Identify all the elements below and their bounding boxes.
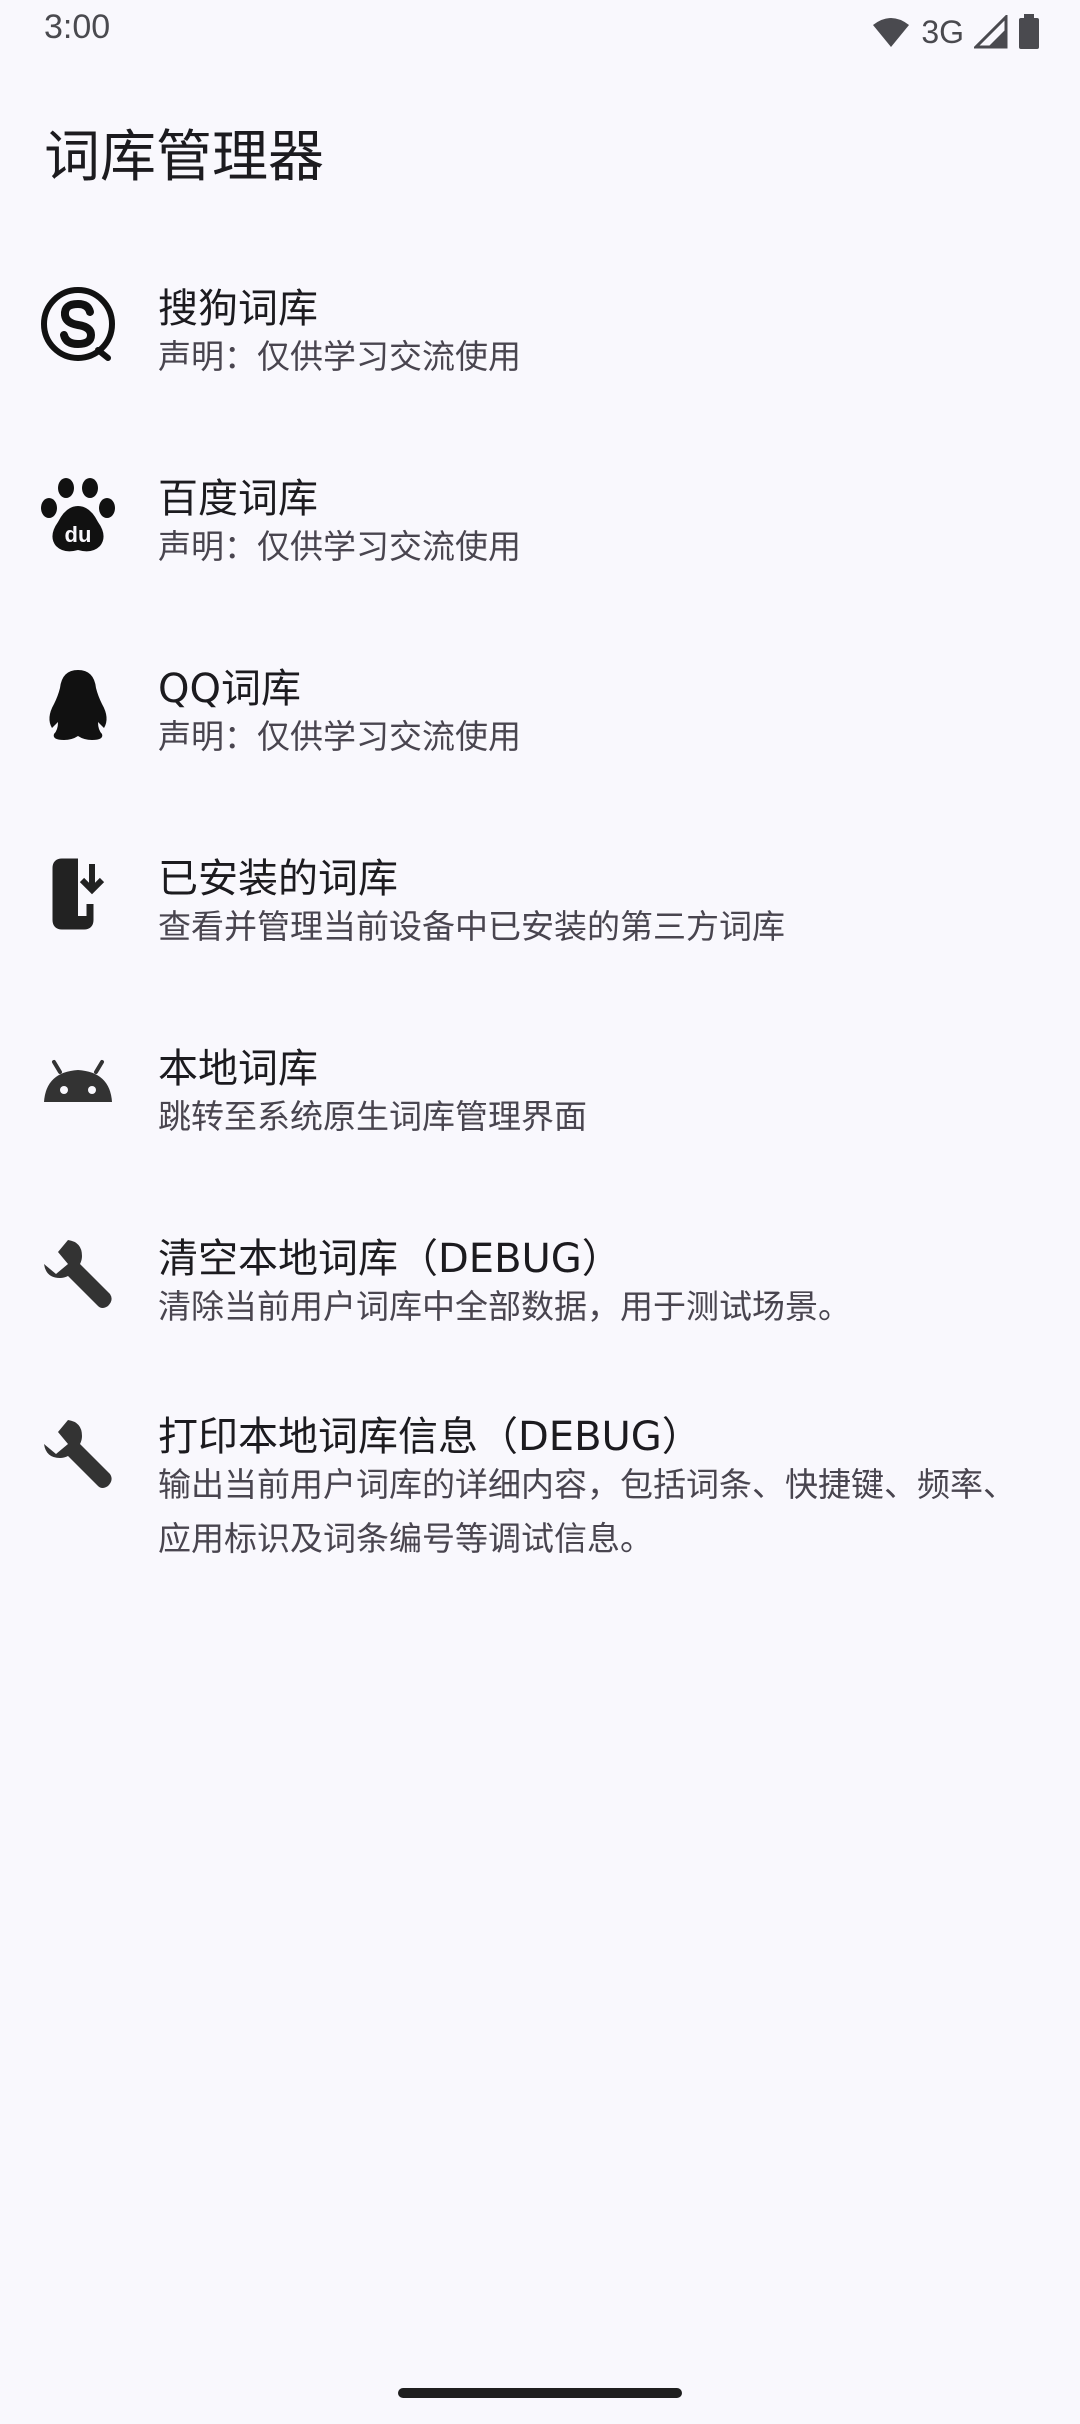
sogou-logo-icon [38, 284, 118, 364]
status-bar: 3:00 3G [0, 0, 1080, 64]
list-item-sogou[interactable]: 搜狗词库 声明：仅供学习交流使用 [0, 262, 1080, 422]
gesture-nav-handle[interactable] [398, 2388, 682, 2398]
wrench-icon [38, 1234, 118, 1314]
wrench-icon [38, 1414, 118, 1494]
list-item-qq[interactable]: QQ词库 声明：仅供学习交流使用 [0, 642, 1080, 802]
list-item-local[interactable]: 本地词库 跳转至系统原生词库管理界面 [0, 1022, 1080, 1182]
item-title: QQ词库 [158, 666, 301, 712]
item-subtitle: 查看并管理当前设备中已安装的第三方词库 [158, 907, 785, 946]
list-item-baidu[interactable]: du 百度词库 声明：仅供学习交流使用 [0, 452, 1080, 612]
item-subtitle: 声明：仅供学习交流使用 [158, 337, 521, 376]
status-time: 3:00 [44, 8, 111, 46]
item-title: 清空本地词库（DEBUG） [158, 1236, 622, 1282]
list-item-print-debug[interactable]: 打印本地词库信息（DEBUG） 输出当前用户词库的详细内容，包括词条、快捷键、频… [0, 1392, 1080, 1612]
wifi-icon [873, 18, 910, 47]
item-subtitle: 跳转至系统原生词库管理界面 [158, 1097, 587, 1136]
item-subtitle: 声明：仅供学习交流使用 [158, 717, 521, 756]
item-title: 搜狗词库 [158, 286, 318, 332]
page-title: 词库管理器 [44, 125, 324, 190]
phone-download-icon [38, 854, 118, 934]
item-subtitle: 声明：仅供学习交流使用 [158, 527, 521, 566]
network-type: 3G [921, 13, 964, 50]
list-item-installed[interactable]: 已安装的词库 查看并管理当前设备中已安装的第三方词库 [0, 832, 1080, 992]
item-title: 百度词库 [158, 476, 318, 522]
cell-signal-icon [974, 15, 1008, 49]
item-title: 已安装的词库 [158, 856, 398, 902]
battery-icon [1019, 14, 1039, 49]
status-icons: 3G [871, 10, 1040, 54]
baidu-paw-icon: du [38, 474, 118, 554]
list-item-clear-debug[interactable]: 清空本地词库（DEBUG） 清除当前用户词库中全部数据，用于测试场景。 [0, 1212, 1080, 1372]
item-title: 本地词库 [158, 1046, 318, 1092]
android-icon [38, 1044, 118, 1124]
item-subtitle: 清除当前用户词库中全部数据，用于测试场景。 [158, 1287, 851, 1326]
item-subtitle: 输出当前用户词库的详细内容，包括词条、快捷键、频率、应用标识及词条编号等调试信息… [158, 1465, 1016, 1558]
qq-penguin-icon [38, 664, 118, 744]
item-title: 打印本地词库信息（DEBUG） [158, 1414, 702, 1460]
svg-text:du: du [65, 522, 92, 547]
